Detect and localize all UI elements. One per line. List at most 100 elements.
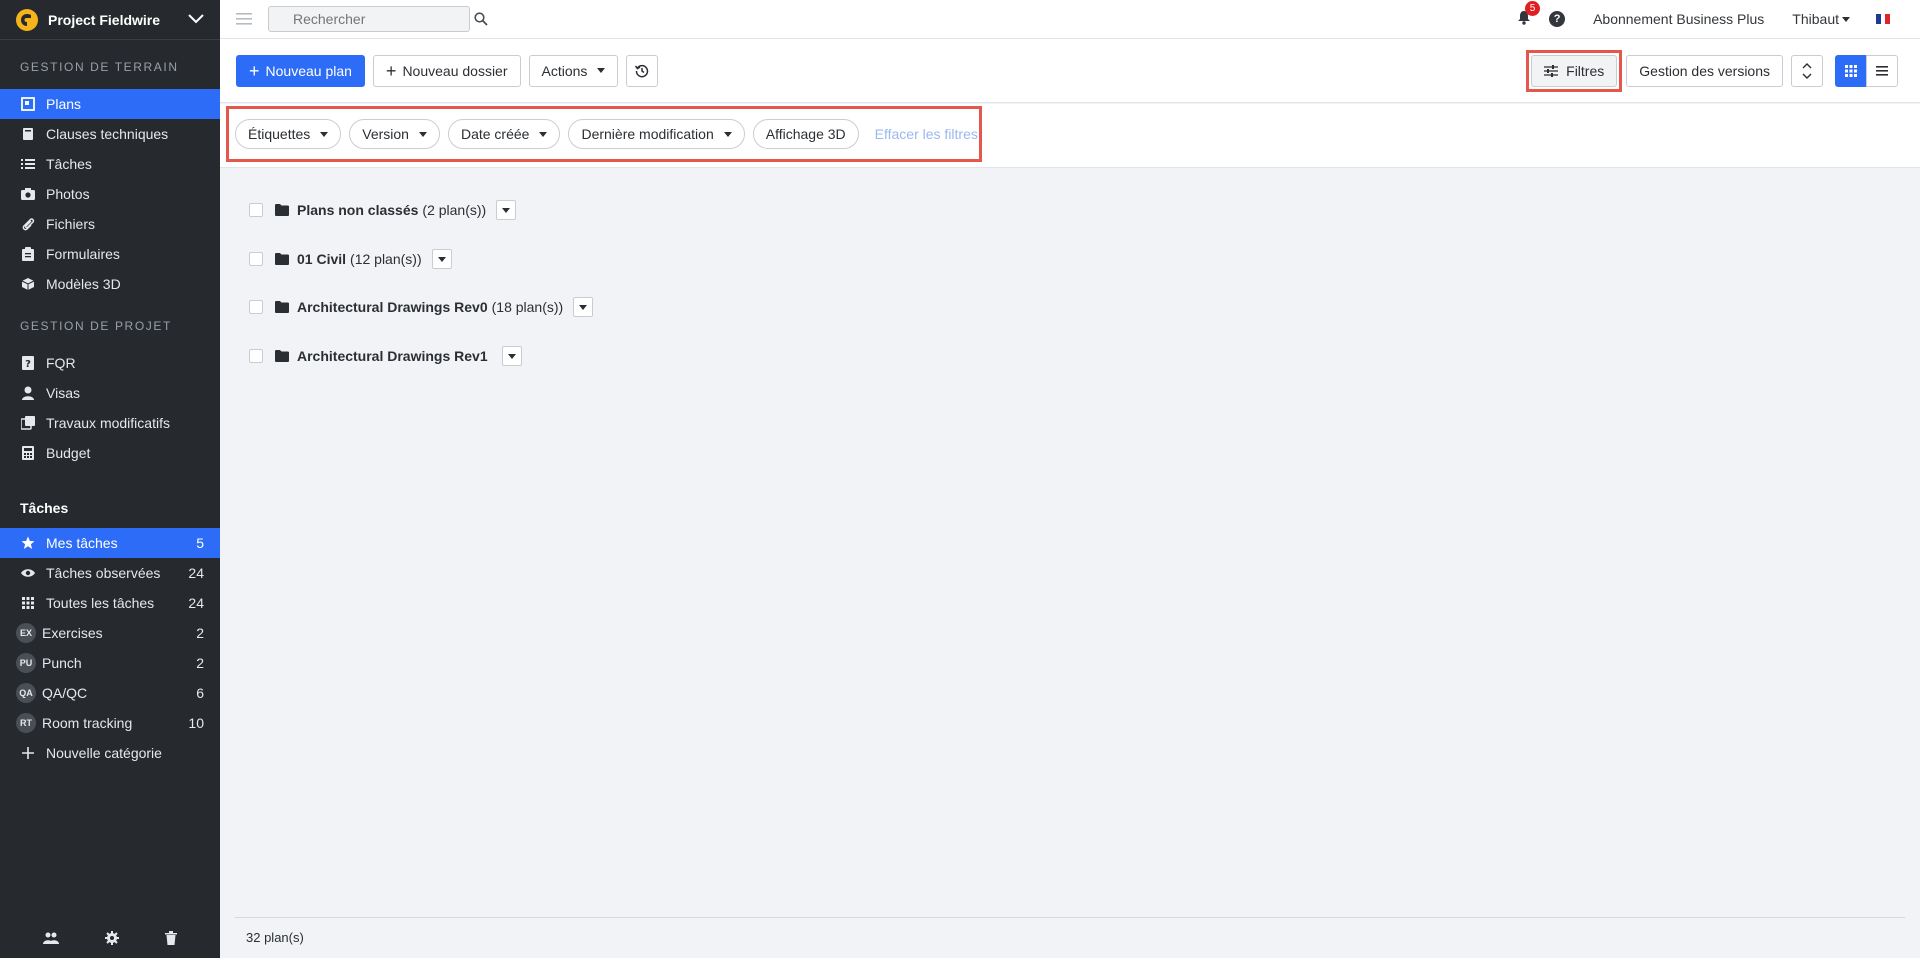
caret-down-icon bbox=[723, 131, 732, 137]
plus-icon: + bbox=[249, 60, 260, 81]
sidebar-item-plans[interactable]: Plans bbox=[0, 89, 220, 119]
new-folder-button[interactable]: + Nouveau dossier bbox=[372, 54, 521, 87]
folder-checkbox[interactable] bbox=[249, 300, 263, 314]
chevron-down-icon[interactable] bbox=[188, 11, 204, 29]
actions-dropdown[interactable]: Actions bbox=[528, 54, 619, 87]
sidebar-item-nouvelle-categorie[interactable]: Nouvelle catégorie bbox=[0, 738, 220, 768]
fieldwire-logo-icon bbox=[16, 8, 38, 31]
task-count: 2 bbox=[196, 655, 204, 671]
task-count: 24 bbox=[188, 595, 204, 611]
subscription-link[interactable]: Abonnement Business Plus bbox=[1593, 11, 1764, 27]
filter-version-label: Version bbox=[362, 126, 409, 142]
filter-3d-view[interactable]: Affichage 3D bbox=[752, 119, 859, 149]
clipboard-icon bbox=[20, 247, 36, 261]
notifications-button[interactable]: 5 bbox=[1517, 1, 1541, 28]
sidebar-item-clauses[interactable]: Clauses techniques bbox=[0, 119, 220, 149]
new-plan-button[interactable]: + Nouveau plan bbox=[236, 54, 365, 87]
plus-icon: + bbox=[385, 60, 397, 81]
sidebar-item-photos[interactable]: Photos bbox=[0, 179, 220, 209]
folder-checkbox[interactable] bbox=[249, 252, 263, 266]
sidebar-item-formulaires[interactable]: Formulaires bbox=[0, 239, 220, 269]
task-count: 24 bbox=[188, 565, 204, 581]
people-icon[interactable] bbox=[43, 932, 59, 944]
sidebar-item-mes-taches[interactable]: Mes tâches 5 bbox=[0, 528, 220, 558]
filter-tags[interactable]: Étiquettes bbox=[235, 119, 342, 149]
list-view-button[interactable] bbox=[1866, 54, 1898, 87]
sidebar-item-label: Exercises bbox=[42, 625, 103, 641]
sidebar-item-travaux[interactable]: Travaux modificatifs bbox=[0, 408, 220, 438]
folder-row[interactable]: Architectural Drawings Rev0 (18 plan(s)) bbox=[249, 295, 594, 319]
filters-highlight: Filtres bbox=[1526, 49, 1623, 92]
history-button[interactable] bbox=[626, 54, 659, 87]
folder-row[interactable]: 01 Civil (12 plan(s)) bbox=[249, 247, 452, 271]
plans-toolbar: + Nouveau plan + Nouveau dossier Actions… bbox=[220, 39, 1920, 103]
filters-label: Filtres bbox=[1566, 62, 1605, 79]
filter-last-modified[interactable]: Dernière modification bbox=[568, 119, 745, 149]
filter-version[interactable]: Version bbox=[349, 119, 440, 149]
search-input[interactable] bbox=[293, 11, 474, 27]
folder-plan-count: (2 plan(s)) bbox=[422, 202, 487, 218]
folder-name: Plans non classés bbox=[297, 202, 419, 218]
history-icon bbox=[635, 64, 649, 78]
sidebar-item-fichiers[interactable]: Fichiers bbox=[0, 209, 220, 239]
sidebar-item-fqr[interactable]: ? FQR bbox=[0, 348, 220, 378]
folder-checkbox[interactable] bbox=[249, 349, 263, 363]
sidebar-item-room-tracking[interactable]: RT Room tracking 10 bbox=[0, 708, 220, 738]
sort-chevrons-icon bbox=[1802, 62, 1812, 79]
folder-dropdown-button[interactable] bbox=[496, 200, 517, 220]
filters-button[interactable]: Filtres bbox=[1531, 54, 1618, 87]
sidebar: Project Fieldwire GESTION DE TERRAIN Pla… bbox=[0, 0, 220, 958]
sidebar-item-label: Visas bbox=[46, 385, 80, 401]
hamburger-menu-icon[interactable] bbox=[236, 13, 252, 25]
camera-icon bbox=[20, 188, 36, 200]
folder-checkbox[interactable] bbox=[249, 203, 263, 217]
folder-dropdown-button[interactable] bbox=[431, 249, 452, 269]
search-icon[interactable] bbox=[474, 12, 488, 26]
caret-down-icon bbox=[418, 131, 427, 137]
sidebar-item-taches[interactable]: Tâches bbox=[0, 149, 220, 179]
sort-button[interactable] bbox=[1791, 54, 1823, 87]
sidebar-item-toutes-taches[interactable]: Toutes les tâches 24 bbox=[0, 588, 220, 618]
filter-date-created[interactable]: Date créée bbox=[447, 119, 561, 149]
sidebar-item-label: Photos bbox=[46, 186, 90, 202]
help-icon[interactable]: ? bbox=[1549, 11, 1566, 27]
user-menu[interactable]: Thibaut bbox=[1792, 11, 1850, 27]
task-count: 5 bbox=[196, 535, 204, 551]
french-flag-icon[interactable] bbox=[1876, 14, 1891, 24]
footer-divider bbox=[235, 917, 1905, 918]
sidebar-item-visas[interactable]: Visas bbox=[0, 378, 220, 408]
clear-filters-link[interactable]: Effacer les filtres bbox=[875, 126, 978, 142]
sidebar-item-budget[interactable]: Budget bbox=[0, 438, 220, 468]
section-taches: Tâches bbox=[20, 500, 69, 516]
folder-icon bbox=[275, 253, 289, 265]
eye-icon bbox=[20, 568, 36, 578]
filter-date-created-label: Date créée bbox=[460, 126, 530, 142]
sidebar-item-taches-observees[interactable]: Tâches observées 24 bbox=[0, 558, 220, 588]
grid-view-button[interactable] bbox=[1835, 54, 1867, 87]
sidebar-item-label: Clauses techniques bbox=[46, 126, 169, 142]
list-view-icon bbox=[1876, 65, 1888, 76]
section-gestion-projet: GESTION DE PROJET bbox=[20, 319, 172, 333]
sidebar-item-label: Formulaires bbox=[46, 246, 120, 262]
folder-plan-count: (12 plan(s)) bbox=[350, 251, 422, 267]
sidebar-item-punch[interactable]: PU Punch 2 bbox=[0, 648, 220, 678]
section-gestion-terrain: GESTION DE TERRAIN bbox=[20, 60, 179, 74]
task-count: 2 bbox=[196, 625, 204, 641]
sidebar-item-exercises[interactable]: EX Exercises 2 bbox=[0, 618, 220, 648]
gear-icon[interactable] bbox=[105, 931, 119, 945]
sidebar-footer bbox=[0, 918, 220, 958]
sidebar-item-qaqc[interactable]: QA QA/QC 6 bbox=[0, 678, 220, 708]
folder-dropdown-button[interactable] bbox=[573, 297, 594, 317]
folder-row[interactable]: Architectural Drawings Rev1 bbox=[249, 344, 522, 368]
version-management-button[interactable]: Gestion des versions bbox=[1626, 54, 1783, 87]
folder-row[interactable]: Plans non classés (2 plan(s)) bbox=[249, 198, 517, 222]
trash-icon[interactable] bbox=[165, 931, 177, 945]
project-switcher[interactable]: Project Fieldwire bbox=[0, 0, 220, 40]
plans-list: Plans non classés (2 plan(s)) 01 Civil (… bbox=[220, 168, 1920, 958]
sidebar-item-modeles-3d[interactable]: Modèles 3D bbox=[0, 269, 220, 299]
caret-down-icon bbox=[437, 256, 446, 262]
star-icon bbox=[20, 536, 36, 550]
sliders-icon bbox=[1544, 64, 1559, 77]
book-icon bbox=[20, 127, 36, 141]
folder-dropdown-button[interactable] bbox=[501, 346, 522, 366]
